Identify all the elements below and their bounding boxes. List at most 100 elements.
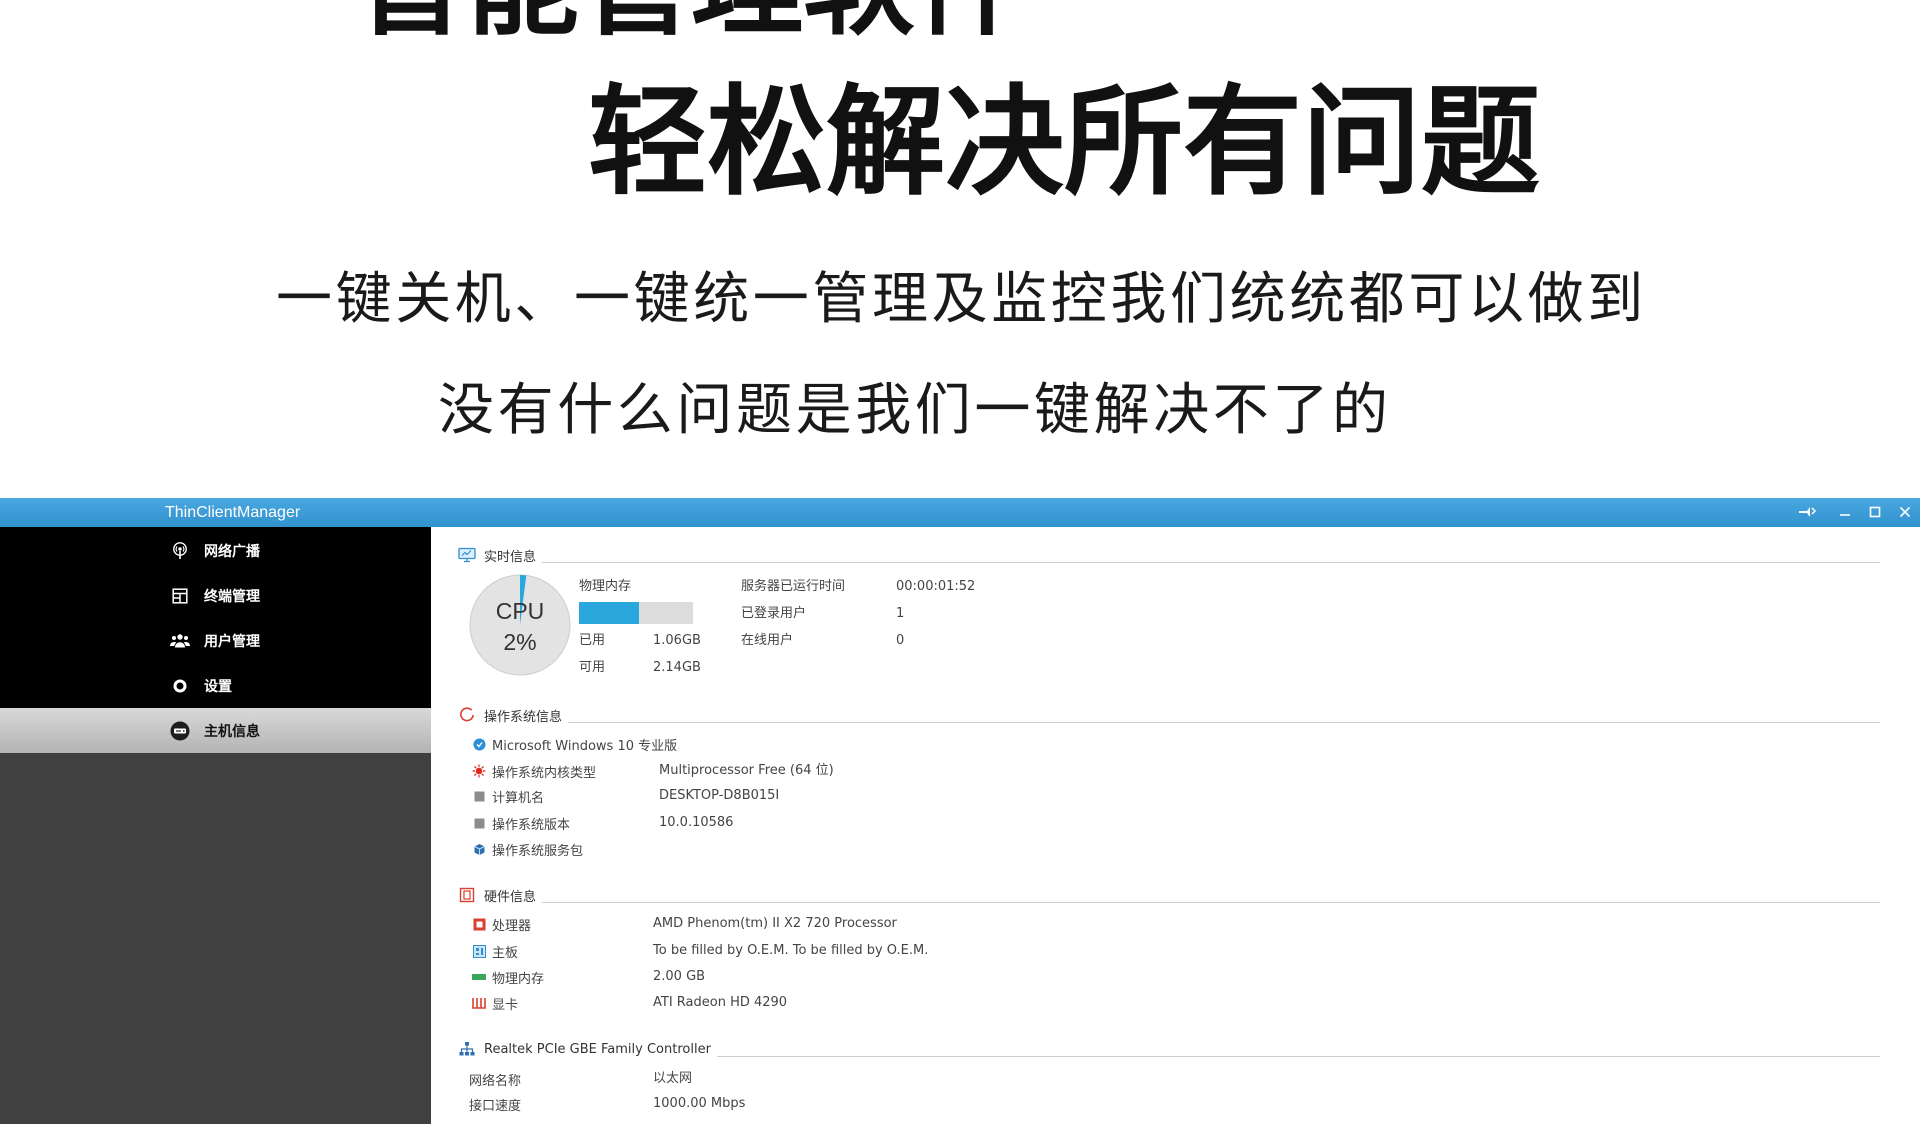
cpu-gauge xyxy=(469,574,571,676)
hw-row-memory: 物理内存 2.00 GB xyxy=(472,968,1772,987)
broadcast-icon xyxy=(170,541,190,560)
close-button[interactable] xyxy=(1894,501,1916,523)
tool-icon xyxy=(1799,507,1817,517)
sidebar-item-label: 终端管理 xyxy=(204,588,260,605)
sidebar-item-label: 设置 xyxy=(204,678,232,695)
memory-free-value: 2.14GB xyxy=(653,660,701,675)
hw-row-mainboard: 主板 To be filled by O.E.M. To be filled b… xyxy=(472,942,1772,961)
os-row-version: 操作系统版本 10.0.10586 xyxy=(472,814,1772,833)
row-value: 以太网 xyxy=(653,1071,693,1086)
close-icon xyxy=(1899,506,1911,518)
row-label: 物理内存 xyxy=(492,971,545,987)
row-value: DESKTOP-D8B015I xyxy=(659,788,780,803)
hw-row-graphics: 显卡 ATI Radeon HD 4290 xyxy=(472,994,1772,1013)
service-pack-icon xyxy=(472,842,486,856)
row-value: 2.00 GB xyxy=(653,969,706,984)
row-label: 操作系统内核类型 xyxy=(492,765,597,781)
sidebar-item-label: 用户管理 xyxy=(204,633,260,650)
settings-ring-icon xyxy=(170,677,190,695)
host-info-icon xyxy=(170,721,190,740)
computer-name-icon xyxy=(472,789,486,803)
row-value: 1000.00 Mbps xyxy=(653,1096,746,1111)
section-network-header: Realtek PCIe GBE Family Controller xyxy=(458,1040,1880,1058)
memory-used-label: 已用 xyxy=(579,633,606,648)
users-icon xyxy=(170,632,190,650)
row-label: 操作系统服务包 xyxy=(492,843,584,859)
promo-tagline-1: 一键关机、一键统一管理及监控我们统统都可以做到 xyxy=(276,267,1647,332)
cpu-value: 2% xyxy=(503,629,537,655)
tool-button[interactable] xyxy=(1796,501,1818,523)
stat-label-uptime: 服务器已运行时间 xyxy=(741,579,846,594)
graphics-card-icon xyxy=(472,996,486,1010)
section-divider xyxy=(716,1055,1880,1057)
kernel-icon xyxy=(472,764,486,778)
section-divider xyxy=(568,721,1880,723)
net-row-name: 网络名称 以太网 xyxy=(469,1070,1769,1089)
host-info-panel: 实时信息 CPU 2% 物理内存 已用 1.06GB 可用 2.14GB 服务器… xyxy=(431,527,1920,1124)
maximize-icon xyxy=(1869,506,1881,518)
minimize-button[interactable] xyxy=(1834,501,1856,523)
os-row-service-pack: 操作系统服务包 xyxy=(472,840,1772,859)
stat-value-logged-users: 1 xyxy=(896,606,905,621)
memory-used-value: 1.06GB xyxy=(653,633,701,648)
memory-usage-bar xyxy=(579,602,693,624)
memory-used-fill xyxy=(579,602,640,624)
row-label: 接口速度 xyxy=(469,1098,522,1114)
section-divider xyxy=(542,561,1880,563)
section-realtime-header: 实时信息 xyxy=(458,546,1880,565)
row-label: 网络名称 xyxy=(469,1073,522,1089)
row-value: Multiprocessor Free (64 位) xyxy=(659,763,834,778)
windows-badge-icon xyxy=(472,737,486,751)
stat-label-logged-users: 已登录用户 xyxy=(741,606,807,621)
net-row-speed: 接口速度 1000.00 Mbps xyxy=(469,1095,1769,1114)
row-label: 显卡 xyxy=(492,997,519,1013)
promo-headline: 轻松解决所有问题 xyxy=(588,74,1540,212)
os-row-kernel: 操作系统内核类型 Multiprocessor Free (64 位) xyxy=(472,762,1772,781)
row-value: AMD Phenom(tm) II X2 720 Processor xyxy=(653,916,897,931)
monitor-icon xyxy=(458,547,476,563)
row-label: 处理器 xyxy=(492,918,532,934)
maximize-button[interactable] xyxy=(1864,501,1886,523)
os-row-edition: Microsoft Windows 10 专业版 xyxy=(472,735,1772,754)
processor-icon xyxy=(472,917,486,931)
chip-icon xyxy=(458,887,476,903)
section-title: 硬件信息 xyxy=(484,889,537,905)
os-version-icon xyxy=(472,816,486,830)
section-divider xyxy=(542,901,1880,903)
terminal-grid-icon xyxy=(170,587,190,605)
hw-row-processor: 处理器 AMD Phenom(tm) II X2 720 Processor xyxy=(472,915,1772,934)
sidebar-item-settings[interactable]: 设置 xyxy=(0,663,431,708)
row-value: To be filled by O.E.M. To be filled by O… xyxy=(653,943,929,958)
section-hardware-header: 硬件信息 xyxy=(458,886,1880,905)
memory-free-label: 可用 xyxy=(579,660,606,675)
section-title: Realtek PCIe GBE Family Controller xyxy=(484,1041,711,1057)
section-os-header: 操作系统信息 xyxy=(458,706,1880,725)
stat-label-online-users: 在线用户 xyxy=(741,633,794,648)
sidebar-item-terminals[interactable]: 终端管理 xyxy=(0,573,431,618)
sidebar-item-host-info[interactable]: 主机信息 xyxy=(0,708,431,753)
stat-value-uptime: 00:00:01:52 xyxy=(896,579,976,594)
stat-value-online-users: 0 xyxy=(896,633,905,648)
row-label: 操作系统版本 xyxy=(492,817,571,833)
promo-tagline-2: 没有什么问题是我们一键解决不了的 xyxy=(438,378,1392,443)
section-title: 操作系统信息 xyxy=(484,709,563,725)
row-label: Microsoft Windows 10 专业版 xyxy=(492,738,678,754)
window-title: ThinClientManager xyxy=(165,504,301,521)
window-titlebar[interactable]: ThinClientManager xyxy=(0,498,1920,527)
minimize-icon xyxy=(1840,514,1850,516)
promo-headline-top: 智能管理软件 xyxy=(355,0,1027,42)
network-icon xyxy=(458,1041,476,1057)
memory-label: 物理内存 xyxy=(579,579,632,594)
sidebar: 网络广播 终端管理 用户管理 设置 主机信息 xyxy=(0,527,431,1124)
sidebar-item-broadcast[interactable]: 网络广播 xyxy=(0,528,431,573)
memory-icon xyxy=(472,970,486,984)
row-value: 10.0.10586 xyxy=(659,815,734,830)
sidebar-item-label: 网络广播 xyxy=(204,543,260,560)
cpu-label: CPU xyxy=(495,598,545,624)
os-ring-icon xyxy=(458,707,476,723)
row-value: ATI Radeon HD 4290 xyxy=(653,995,788,1010)
row-label: 主板 xyxy=(492,945,519,961)
sidebar-item-users[interactable]: 用户管理 xyxy=(0,618,431,663)
row-label: 计算机名 xyxy=(492,790,545,806)
sidebar-item-label: 主机信息 xyxy=(204,723,260,740)
